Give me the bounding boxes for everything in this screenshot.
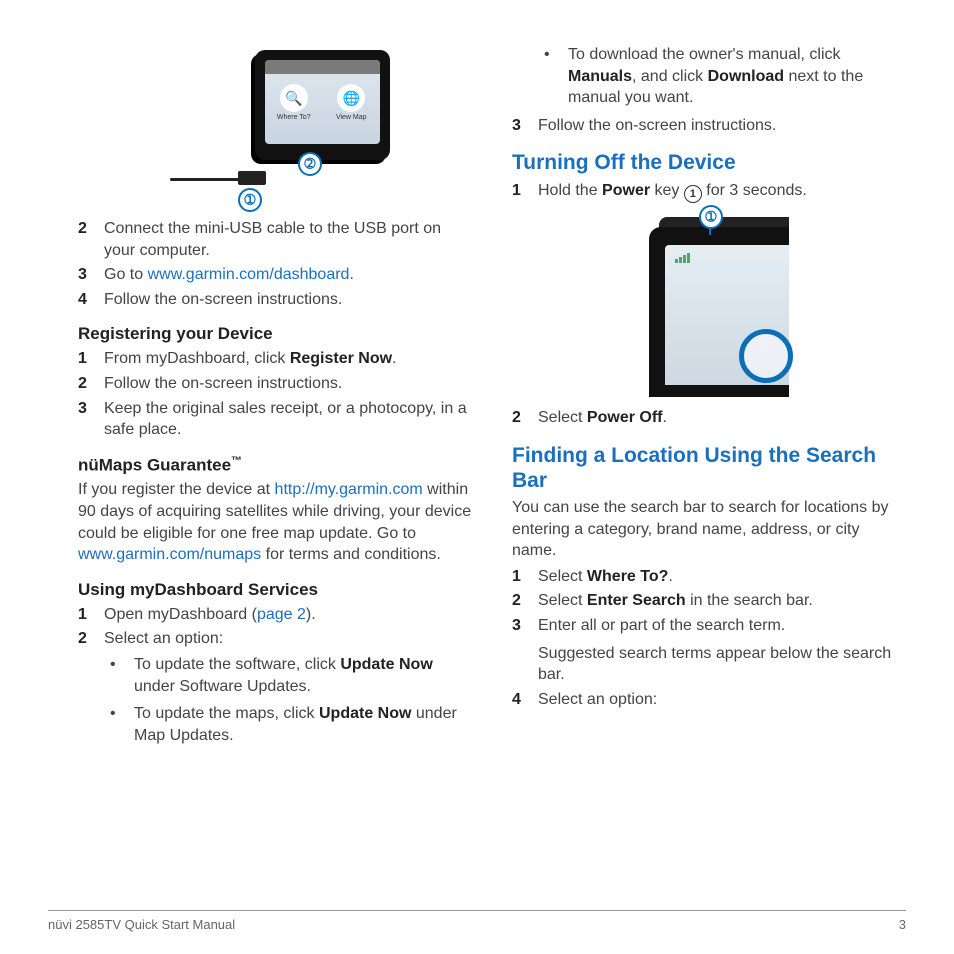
step-number: 3 (512, 115, 538, 137)
step-number: 3 (78, 264, 104, 286)
step-text: Connect the mini-USB cable to the USB po… (104, 218, 472, 261)
step-number: 2 (512, 407, 538, 429)
registering-heading: Registering your Device (78, 324, 472, 344)
device-icon-label: View Map (333, 114, 369, 121)
step-text: Follow the on-screen instructions. (538, 115, 906, 137)
page-link[interactable]: page 2 (257, 606, 306, 623)
step-text: Go to www.garmin.com/dashboard. (104, 264, 472, 286)
bullet: • (104, 703, 134, 746)
page-footer: nüvi 2585TV Quick Start Manual 3 (48, 910, 906, 932)
bullet: • (104, 654, 134, 697)
turnoff-steps: 1 Hold the Power key 1 for 3 seconds. (512, 180, 906, 203)
bullet-text: To update the maps, click Update Now und… (134, 703, 472, 746)
download-bullet: • To download the owner's manual, click … (538, 44, 906, 109)
step-number: 3 (78, 398, 104, 441)
step-text: Select an option: (538, 689, 906, 711)
right-column: • To download the owner's manual, click … (512, 40, 906, 756)
step-number: 2 (78, 218, 104, 261)
callout-2: ➁ (298, 152, 322, 176)
step-text: Hold the Power key 1 for 3 seconds. (538, 180, 906, 203)
step-text: Follow the on-screen instructions. (104, 373, 472, 395)
step-text: From myDashboard, click Register Now. (104, 348, 472, 370)
page-content: 🔍Where To? 🌐View Map ➀ ➁ 2 Connect the m… (0, 0, 954, 766)
steps-list: 2 Connect the mini-USB cable to the USB … (78, 218, 472, 310)
using-steps: 1 Open myDashboard (page 2). 2 Select an… (78, 604, 472, 753)
numaps-heading: nüMaps Guarantee™ (78, 455, 472, 476)
step-text: Enter all or part of the search term. Su… (538, 615, 906, 686)
footer-title: nüvi 2585TV Quick Start Manual (48, 917, 235, 932)
step-number: 2 (78, 373, 104, 395)
bullet: • (538, 44, 568, 109)
step-number: 1 (512, 180, 538, 203)
step-number: 1 (78, 348, 104, 370)
step-text: Select Where To?. (538, 566, 906, 588)
callout-1: ➀ (238, 188, 262, 212)
power-illustration: ➀ (629, 209, 789, 399)
page-number: 3 (899, 917, 906, 932)
step-number: 3 (512, 615, 538, 686)
step-text: Keep the original sales receipt, or a ph… (104, 398, 472, 441)
left-column: 🔍Where To? 🌐View Map ➀ ➁ 2 Connect the m… (78, 40, 472, 756)
device-icon-label: Where To? (276, 114, 312, 121)
turnoff-heading: Turning Off the Device (512, 150, 906, 175)
finding-heading: Finding a Location Using the Search Bar (512, 443, 906, 493)
dl-steps: 3 Follow the on-screen instructions. (512, 115, 906, 137)
bullet-text: To update the software, click Update Now… (134, 654, 472, 697)
step-text: Select Power Off. (538, 407, 906, 429)
dashboard-link[interactable]: www.garmin.com/dashboard (148, 266, 350, 283)
callout-inline-1: 1 (684, 185, 702, 203)
step-text: Select Enter Search in the search bar. (538, 590, 906, 612)
step-text: Open myDashboard (page 2). (104, 604, 472, 626)
finding-steps: 1 Select Where To?. 2 Select Enter Searc… (512, 566, 906, 711)
register-steps: 1 From myDashboard, click Register Now. … (78, 348, 472, 440)
bullet-text: To download the owner's manual, click Ma… (568, 44, 906, 109)
step-number: 1 (78, 604, 104, 626)
numaps-paragraph: If you register the device at http://my.… (78, 479, 472, 565)
step-text: Select an option: • To update the softwa… (104, 628, 472, 752)
numaps-link[interactable]: www.garmin.com/numaps (78, 546, 261, 563)
device-illustration: 🔍Where To? 🌐View Map ➀ ➁ (160, 40, 390, 210)
using-heading: Using myDashboard Services (78, 580, 472, 600)
turnoff-steps-2: 2 Select Power Off. (512, 407, 906, 429)
step-number: 4 (512, 689, 538, 711)
callout-1: ➀ (699, 205, 723, 229)
step-number: 1 (512, 566, 538, 588)
step-text: Follow the on-screen instructions. (104, 289, 472, 311)
mygarmin-link[interactable]: http://my.garmin.com (275, 481, 423, 498)
finding-paragraph: You can use the search bar to search for… (512, 497, 906, 562)
step-number: 4 (78, 289, 104, 311)
step-number: 2 (512, 590, 538, 612)
step-number: 2 (78, 628, 104, 752)
